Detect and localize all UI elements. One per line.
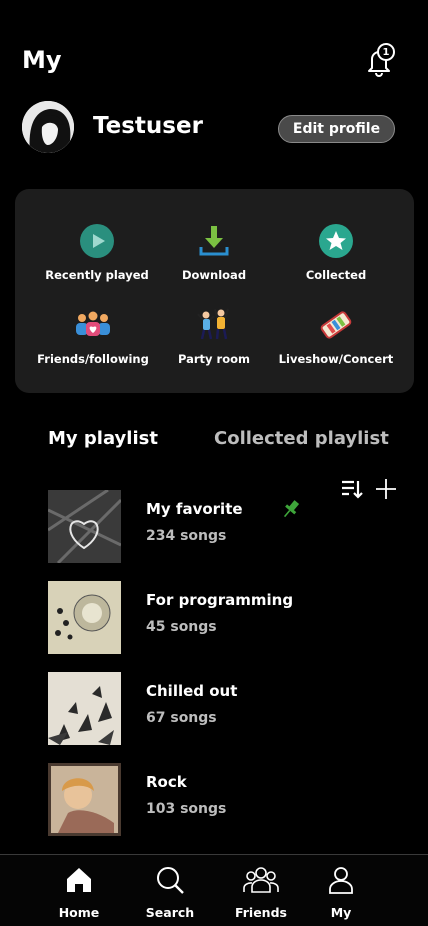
quick-action-collected[interactable]: Collected	[271, 222, 401, 282]
concert-icon	[317, 306, 355, 344]
play-circle-icon	[78, 222, 116, 260]
quick-action-download[interactable]: Download	[149, 222, 279, 282]
nav-home[interactable]: Home	[39, 865, 119, 920]
playlist-song-count: 67 songs	[146, 710, 217, 726]
notification-badge: 1	[377, 43, 395, 61]
nav-label: Search	[145, 905, 195, 920]
star-circle-icon	[317, 222, 355, 260]
edit-profile-button[interactable]: Edit profile	[278, 115, 395, 143]
pin-icon[interactable]	[280, 498, 302, 520]
playlist-name: For programming	[146, 591, 294, 609]
search-icon	[157, 867, 184, 894]
quick-action-label: Party room	[177, 352, 250, 366]
playlist-tabs: My playlist Collected playlist	[0, 428, 428, 454]
quick-action-label: Collected	[305, 268, 367, 282]
quick-action-label: Liveshow/Concert	[278, 352, 394, 366]
download-icon	[195, 222, 233, 260]
nav-my[interactable]: My	[301, 865, 381, 920]
playlist-name: Rock	[146, 773, 187, 791]
quick-action-label: Recently played	[45, 268, 149, 282]
page-title: My	[22, 46, 62, 74]
playlist-cover	[48, 672, 121, 745]
avatar[interactable]	[22, 101, 74, 153]
tab-my-playlist[interactable]: My playlist	[48, 428, 158, 449]
playlist-cover	[48, 763, 121, 836]
nav-friends[interactable]: Friends	[221, 865, 301, 920]
playlist-song-count: 45 songs	[146, 619, 217, 635]
friends-nav-icon	[243, 867, 279, 893]
friends-icon	[74, 306, 112, 344]
nav-label: My	[330, 905, 352, 920]
playlist-cover	[48, 490, 121, 563]
quick-action-liveshow-concert[interactable]: Liveshow/Concert	[271, 306, 401, 366]
quick-action-label: Download	[181, 268, 247, 282]
playlist-cover	[48, 581, 121, 654]
party-icon	[195, 306, 233, 344]
bottom-navigation: Home Search Friends My	[0, 854, 428, 926]
quick-action-label: Friends/following	[37, 352, 149, 366]
nav-search[interactable]: Search	[130, 865, 210, 920]
playlist-name: My favorite	[146, 500, 243, 518]
home-icon	[67, 868, 91, 892]
playlist-row[interactable]: Rock 103 songs	[48, 763, 388, 836]
playlist-row[interactable]: For programming 45 songs	[48, 581, 388, 654]
playlist-song-count: 103 songs	[146, 801, 227, 817]
playlist-song-count: 234 songs	[146, 528, 227, 544]
quick-action-friends-following[interactable]: Friends/following	[28, 306, 158, 366]
quick-action-recently-played[interactable]: Recently played	[32, 222, 162, 282]
playlist-row[interactable]: My favorite 234 songs	[48, 490, 388, 563]
quick-action-party-room[interactable]: Party room	[149, 306, 279, 366]
nav-label: Home	[58, 905, 100, 920]
playlist-name: Chilled out	[146, 682, 238, 700]
nav-label: Friends	[235, 905, 287, 920]
username: Testuser	[93, 113, 203, 139]
tab-collected-playlist[interactable]: Collected playlist	[214, 428, 389, 449]
user-icon	[329, 867, 353, 894]
playlist-row[interactable]: Chilled out 67 songs	[48, 672, 388, 745]
